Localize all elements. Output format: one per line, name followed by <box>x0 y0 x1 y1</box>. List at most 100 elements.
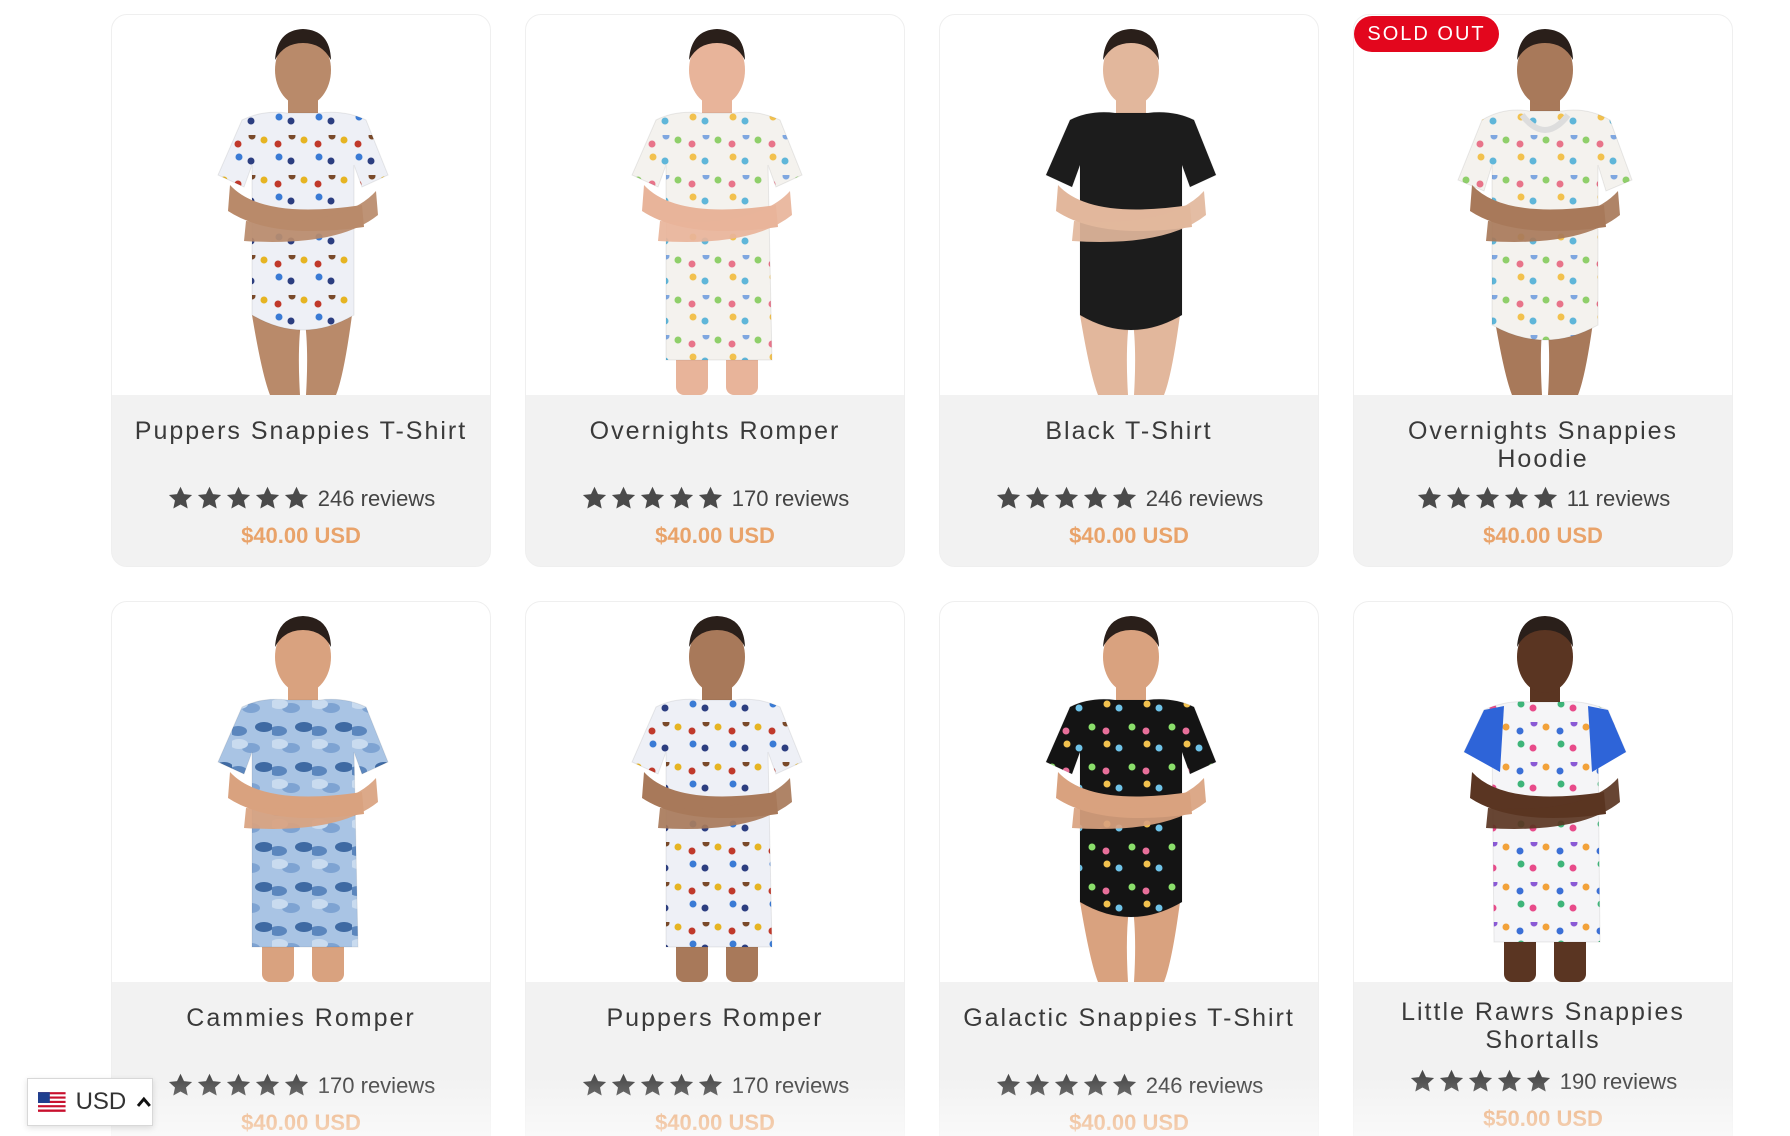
review-count: 11 reviews <box>1566 485 1671 511</box>
star-icon <box>1112 486 1136 509</box>
product-rating: 170 reviews <box>526 485 904 512</box>
product-title[interactable]: Overnights Romper <box>536 417 894 445</box>
star-icon <box>1417 486 1441 509</box>
star-icon <box>1504 486 1528 509</box>
review-count: 170 reviews <box>317 1072 436 1098</box>
chevron-up-icon <box>137 1096 152 1107</box>
product-rating: 170 reviews <box>112 1072 490 1099</box>
product-photo <box>217 616 389 982</box>
product-info: Puppers Snappies T-Shirt 246 reviews $40.0… <box>112 395 490 566</box>
star-icon <box>168 486 192 509</box>
star-icon <box>582 486 606 509</box>
star-icon <box>1446 486 1470 509</box>
product-price: $40.00 USD <box>655 523 775 548</box>
product-price: $40.00 USD <box>1069 523 1189 548</box>
product-image[interactable] <box>112 602 490 982</box>
product-image[interactable] <box>940 602 1318 982</box>
star-icon <box>1083 1073 1107 1096</box>
star-icon <box>996 486 1020 509</box>
rating-stars <box>995 1072 1138 1099</box>
product-photo <box>1045 29 1217 395</box>
star-icon <box>1526 1069 1550 1092</box>
product-info: Puppers Romper 170 reviews $40.00 USD <box>526 982 904 1136</box>
star-icon <box>640 486 664 509</box>
product-image[interactable] <box>112 15 490 395</box>
product-price: $40.00 USD <box>1069 1110 1189 1135</box>
product-image[interactable] <box>940 15 1318 395</box>
review-count: 246 reviews <box>1145 485 1264 511</box>
product-info: Overnights Romper 170 reviews $40.00 USD <box>526 395 904 566</box>
star-icon <box>611 1073 635 1096</box>
product-title[interactable]: Little Rawrs Snappies Shortalls <box>1364 998 1722 1054</box>
rating-stars <box>1409 1068 1552 1095</box>
rating-stars <box>581 1072 724 1099</box>
product-image[interactable] <box>526 15 904 395</box>
product-photo <box>1463 616 1627 982</box>
star-icon <box>669 486 693 509</box>
product-photo <box>1457 29 1633 395</box>
product-card[interactable]: Puppers Snappies T-Shirt 246 reviews $40.0… <box>111 14 491 567</box>
product-card[interactable]: Little Rawrs Snappies Shortalls 190 revie… <box>1353 601 1733 1136</box>
product-rating: 246 reviews <box>940 485 1318 512</box>
rating-stars <box>167 485 310 512</box>
product-title[interactable]: Puppers Romper <box>536 1004 894 1032</box>
star-icon <box>226 1073 250 1096</box>
star-icon <box>226 486 250 509</box>
star-icon <box>669 1073 693 1096</box>
sold-out-badge: SOLD OUT <box>1354 16 1499 52</box>
currency-selector[interactable]: USD <box>27 1078 153 1126</box>
product-price: $40.00 USD <box>241 1110 361 1135</box>
star-icon <box>1112 1073 1136 1096</box>
product-card[interactable]: Galactic Snappies T-Shirt 246 reviews $40.… <box>939 601 1319 1136</box>
review-count: 246 reviews <box>317 485 436 511</box>
product-price: $40.00 USD <box>241 523 361 548</box>
product-title[interactable]: Galactic Snappies T-Shirt <box>950 1004 1308 1032</box>
product-title[interactable]: Puppers Snappies T-Shirt <box>122 417 480 445</box>
star-icon <box>698 486 722 509</box>
star-icon <box>1468 1069 1492 1092</box>
product-card[interactable]: Cammies Romper 170 reviews $40.00 USD <box>111 601 491 1136</box>
review-count: 170 reviews <box>731 485 850 511</box>
star-icon <box>284 486 308 509</box>
product-card[interactable]: Overnights Snappies Hoodie 11 reviews $40.… <box>1353 14 1733 567</box>
star-icon <box>1410 1069 1434 1092</box>
product-photo <box>631 616 803 982</box>
star-icon <box>1054 1073 1078 1096</box>
star-icon <box>698 1073 722 1096</box>
star-icon <box>255 1073 279 1096</box>
product-info: Black T-Shirt 246 reviews $40.00 USD <box>940 395 1318 566</box>
product-card[interactable]: Overnights Romper 170 reviews $40.00 USD <box>525 14 905 567</box>
star-icon <box>284 1073 308 1096</box>
product-card[interactable]: Black T-Shirt 246 reviews $40.00 USD <box>939 14 1319 567</box>
rating-stars <box>581 485 724 512</box>
rating-stars <box>167 1072 310 1099</box>
product-image[interactable] <box>1354 15 1732 395</box>
product-image[interactable] <box>1354 602 1732 982</box>
product-price: $40.00 USD <box>655 1110 775 1135</box>
star-icon <box>1083 486 1107 509</box>
product-photo <box>1045 616 1217 982</box>
star-icon <box>1054 486 1078 509</box>
product-info: Little Rawrs Snappies Shortalls 190 revie… <box>1354 982 1732 1136</box>
product-image[interactable] <box>526 602 904 982</box>
product-rating: 190 reviews <box>1354 1068 1732 1095</box>
currency-code: USD <box>75 1088 127 1115</box>
star-icon <box>1475 486 1499 509</box>
product-title[interactable]: Black T-Shirt <box>950 417 1308 445</box>
star-icon <box>168 1073 192 1096</box>
star-icon <box>1025 486 1049 509</box>
star-icon <box>197 486 221 509</box>
rating-stars <box>1416 485 1559 512</box>
star-icon <box>996 1073 1020 1096</box>
star-icon <box>1025 1073 1049 1096</box>
star-icon <box>640 1073 664 1096</box>
product-title[interactable]: Overnights Snappies Hoodie <box>1364 417 1722 473</box>
product-card[interactable]: Puppers Romper 170 reviews $40.00 USD <box>525 601 905 1136</box>
product-photo <box>217 29 389 395</box>
star-icon <box>255 486 279 509</box>
product-title[interactable]: Cammies Romper <box>122 1004 480 1032</box>
rating-stars <box>995 485 1138 512</box>
product-rating: 11 reviews <box>1354 485 1732 512</box>
product-info: Overnights Snappies Hoodie 11 reviews $40.… <box>1354 395 1732 566</box>
star-icon <box>611 486 635 509</box>
